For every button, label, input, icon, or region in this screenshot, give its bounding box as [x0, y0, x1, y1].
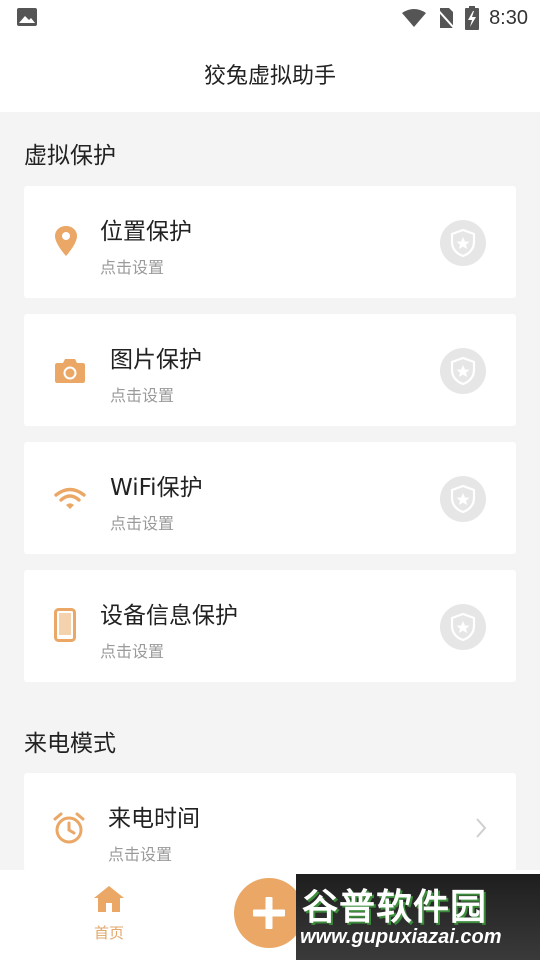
card-subtitle: 点击设置 — [110, 514, 175, 533]
no-sim-icon — [437, 8, 456, 29]
image-notification-icon — [17, 8, 37, 26]
shield-star-icon — [450, 613, 476, 641]
card-subtitle: 点击设置 — [100, 258, 165, 277]
tab-home[interactable]: 首页 — [78, 884, 140, 943]
shield-star-icon — [450, 229, 476, 257]
shield-star-icon — [450, 357, 476, 385]
app-header: 狡兔虚拟助手 — [0, 36, 540, 112]
card-device-info-protect[interactable]: 设备信息保护 点击设置 — [24, 570, 516, 682]
shield-toggle[interactable] — [440, 476, 486, 522]
plus-icon — [253, 897, 285, 929]
battery-charging-icon — [465, 6, 480, 30]
card-photo-protect[interactable]: 图片保护 点击设置 — [24, 314, 516, 426]
phone-device-icon — [54, 608, 76, 642]
card-title: 位置保护 — [100, 219, 192, 245]
home-icon — [94, 886, 124, 912]
card-title: 设备信息保护 — [100, 603, 238, 629]
watermark-url: www.gupuxiazai.com — [300, 926, 502, 948]
shield-toggle[interactable] — [440, 604, 486, 650]
status-time: 8:30 — [489, 6, 528, 29]
shield-toggle[interactable] — [440, 348, 486, 394]
tab-home-label: 首页 — [93, 924, 124, 942]
watermark-name: 谷普软件园 — [302, 887, 488, 928]
shield-toggle[interactable] — [440, 220, 486, 266]
card-subtitle: 点击设置 — [100, 642, 165, 661]
card-call-time[interactable]: 来电时间 点击设置 — [24, 773, 516, 871]
page-title: 狡兔虚拟助手 — [203, 64, 336, 89]
card-location-protect[interactable]: 位置保护 点击设置 — [24, 186, 516, 298]
alarm-clock-icon — [53, 812, 85, 844]
watermark-logo: 谷普软件园 www.gupuxiazai.com — [296, 874, 540, 960]
card-title: WiFi保护 — [110, 475, 203, 501]
card-title: 来电时间 — [108, 806, 200, 832]
section-title-protect: 虚拟保护 — [24, 143, 116, 169]
add-button[interactable] — [234, 878, 304, 948]
card-wifi-protect[interactable]: WiFi保护 点击设置 — [24, 442, 516, 554]
camera-icon — [55, 359, 85, 383]
card-title: 图片保护 — [110, 347, 202, 373]
section-title-call: 来电模式 — [24, 731, 116, 757]
card-subtitle: 点击设置 — [108, 845, 173, 864]
wifi-signal-icon — [402, 9, 427, 27]
shield-star-icon — [450, 485, 476, 513]
card-subtitle: 点击设置 — [110, 386, 175, 405]
status-bar: 8:30 — [0, 0, 540, 36]
wifi-icon — [54, 487, 86, 509]
chevron-right-icon — [476, 818, 487, 838]
location-pin-icon — [55, 226, 77, 256]
